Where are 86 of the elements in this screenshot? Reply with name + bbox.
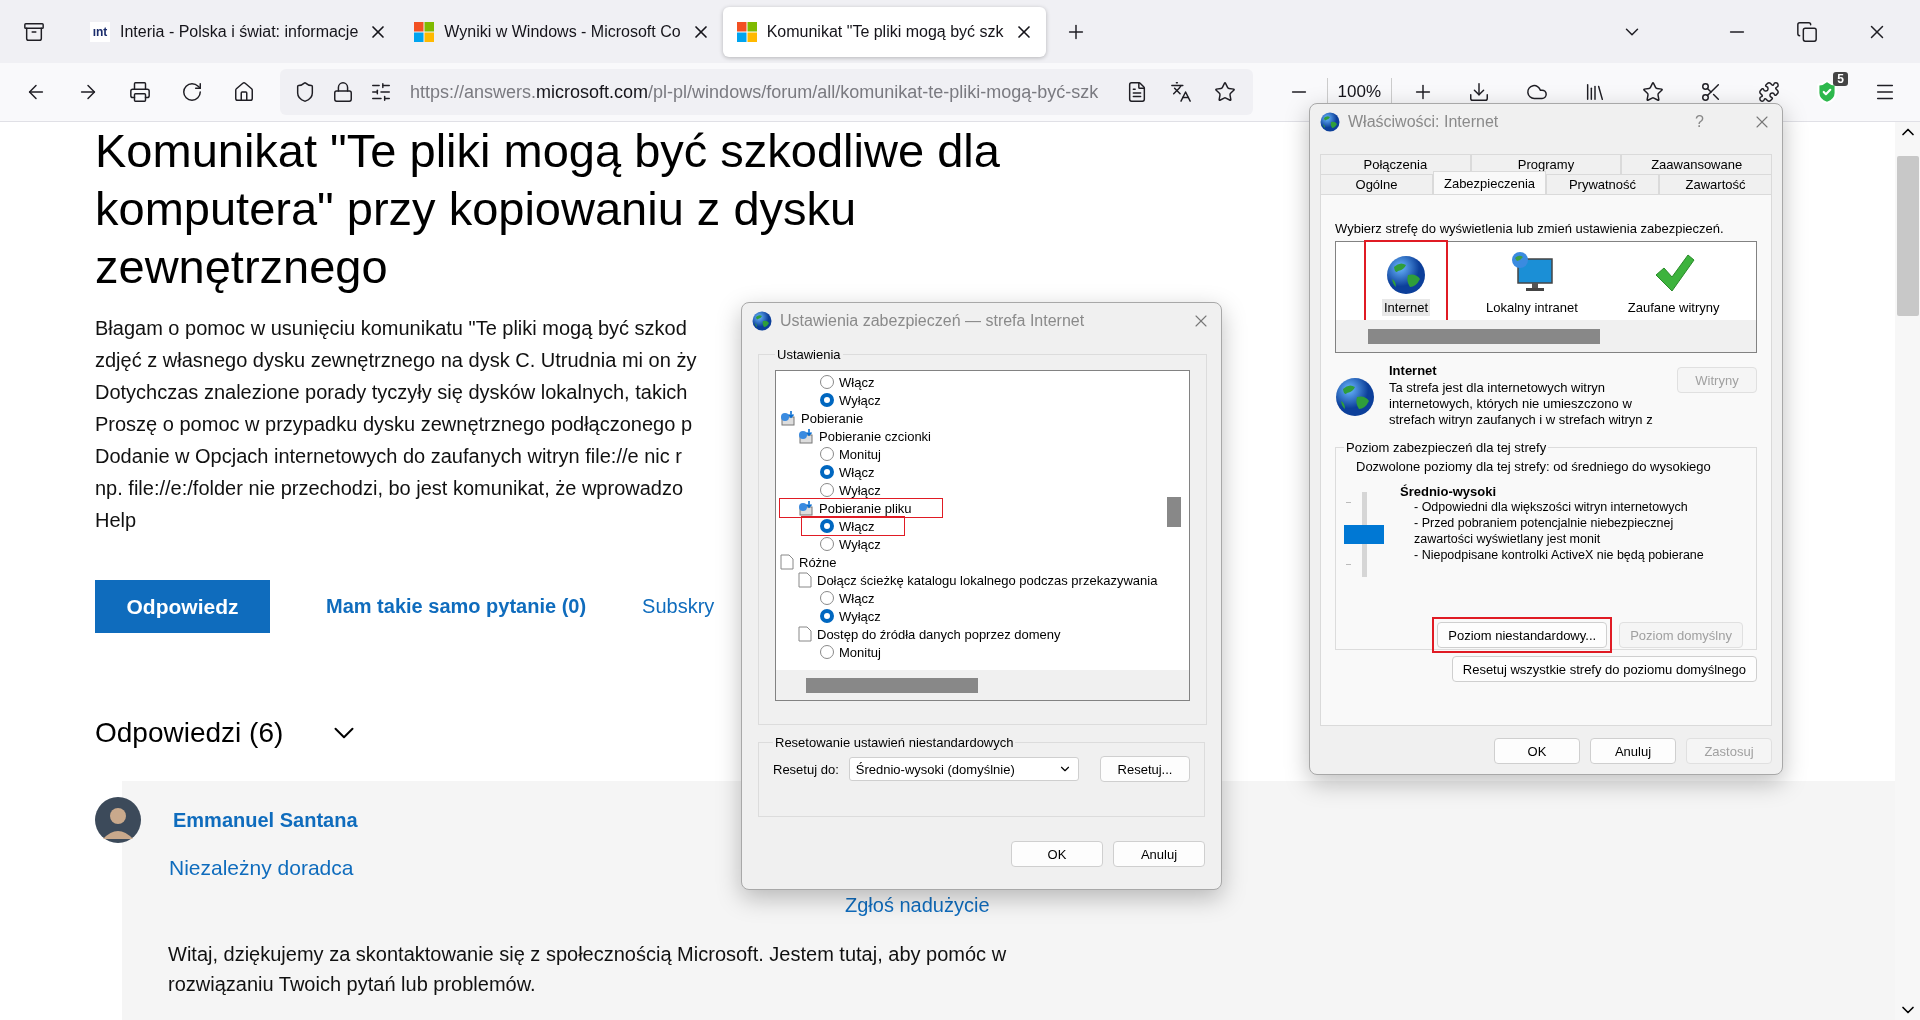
scrollbar[interactable] [1895, 122, 1920, 1020]
tree-item[interactable]: Różne [780, 553, 839, 571]
radio-option[interactable]: Monituj [820, 445, 883, 463]
dialog-title: Ustawienia zabezpieczeń — strefa Internet [780, 312, 1086, 330]
group-label: Resetowanie ustawień niestandardowych [774, 735, 1015, 750]
field-label: Resetuj do: [773, 761, 839, 777]
radio-option[interactable]: Wyłącz [820, 391, 883, 409]
dialog-title: Właściwości: Internet [1348, 113, 1500, 131]
answer-text: Witaj, dziękujemy za skontaktowanie się z społecznością Microsoft. Jestem tutaj, aby pomóc w rozwiązaniu Twoich pytań lub problemów. [168, 942, 1008, 997]
zone-item[interactable]: Zaufane witryny [1617, 242, 1730, 320]
reset-level-dropdown[interactable]: Średnio-wysoki (domyślnie) [848, 757, 1079, 781]
globe-icon [1386, 255, 1426, 295]
question-title: Komunikat "Te pliki mogą być szkodliwe dla komputera" przy kopiowaniu z dysku zewnętrznego [95, 123, 1001, 295]
dialog-button[interactable]: Anuluj [1590, 738, 1676, 764]
download-settings-icon [798, 428, 814, 444]
avatar [95, 797, 141, 843]
level-description: - Niepodpisane kontrolki ActiveX nie będą pobierane [1413, 547, 1705, 563]
tree-item[interactable]: Pobieranie [780, 409, 866, 427]
download-settings-icon [798, 500, 814, 516]
radio-option[interactable]: Wyłącz [820, 481, 883, 499]
dialog-tab[interactable]: Zabezpieczenia [1433, 171, 1546, 194]
reply-button[interactable]: Odpowiedz [95, 580, 270, 633]
windows-logo-icon [414, 21, 435, 42]
answers-heading: Odpowiedzi (6) [95, 716, 284, 750]
extension-badge: 5 [1833, 72, 1848, 86]
group-label: Ustawienia [776, 347, 842, 362]
question-text: Błagam o pomoc w usunięciu komunikatu "Te pliki mogą być szkod zdjęć z własnego dysku zewnętrznego na dysk C. Utrudnia mi on ży Dotychczas znalezione porady tyczyły się dysków lokalnych, takich Proszę o pomoc w przypadku dysku zewnętrznego podłączonego p Dodanie w Opcjach internetowych do zaufanych witryn file://e nic r np. file://e:/folder nie przechodzi, bo jest komunikat, że wprowadzo Help [95, 316, 698, 533]
settings-tree[interactable] [775, 370, 1191, 701]
dialog-tab[interactable]: Programy [1470, 154, 1622, 174]
address-bar[interactable]: https://answers.microsoft.com/pl-pl/windows/forum/all/komunikat-te-pliki-mogą-być-szk [280, 69, 1253, 115]
level-description: - Odpowiedni dla większości witryn internetowych [1413, 499, 1689, 515]
report-link[interactable]: Zgłoś nadużycie [845, 894, 1895, 917]
tree-item[interactable]: Pobieranie pliku [780, 499, 942, 517]
dialog-tab[interactable]: Prywatność [1546, 174, 1659, 194]
level-name: Średnio-wysoki [1400, 484, 1498, 499]
page-icon [780, 554, 794, 570]
slider-thumb[interactable] [1344, 525, 1384, 544]
radio-option[interactable]: Włącz [820, 589, 877, 607]
cancel-button[interactable]: Anuluj [1113, 841, 1205, 867]
page-icon [798, 572, 812, 588]
browser-tab[interactable]: ınt Interia - Polska i świat: informacje [76, 6, 401, 57]
browser-tab[interactable]: Wyniki w Windows - Microsoft Co [400, 6, 723, 57]
reset-all-zones-button[interactable]: Resetuj wszystkie strefy do poziomu domyślnego [1451, 656, 1757, 682]
download-settings-icon [780, 410, 796, 426]
security-level-slider[interactable] [1344, 492, 1384, 577]
allowed-levels-text: Dozwolone poziomy dla tej strefy: od średniego do wysokiego [1355, 459, 1712, 474]
subscribe-link[interactable]: Subskry [642, 595, 715, 618]
page-icon [798, 626, 812, 642]
same-question-link[interactable]: Mam takie samo pytanie (0) [326, 595, 587, 618]
browser-tab[interactable]: Komunikat "Te pliki mogą być szk [722, 6, 1046, 57]
ok-button[interactable]: OK [1011, 841, 1103, 867]
custom-level-button[interactable]: Poziom niestandardowy... [1437, 622, 1608, 648]
author-role[interactable]: Niezależny doradca [169, 856, 358, 880]
zone-item[interactable]: Internet [1366, 242, 1446, 320]
globe-icon [1320, 112, 1340, 132]
globe-icon [1335, 377, 1375, 417]
author-name[interactable]: Emmanuel Santana [173, 809, 358, 832]
level-description: - Przed pobraniem potencjalnie niebezpiecznej zawartości wyświetlany jest monit [1413, 515, 1675, 547]
radio-option[interactable]: Włącz [802, 517, 905, 535]
radio-option[interactable]: Włącz [820, 373, 877, 391]
tree-item[interactable]: Pobieranie czcionki [798, 427, 933, 445]
zone-list[interactable]: Internet Lokalny intranet Zaufane witryny [1335, 241, 1757, 353]
dialog-tab[interactable]: Zawartość [1659, 174, 1772, 194]
windows-logo-icon [736, 21, 757, 42]
zone-name: Internet [1389, 363, 1438, 378]
zone-description: Ta strefa jest dla internetowych witryn internetowych, których nie umieszczono w strefach witryn zaufanych i w strefach witryn z [1389, 380, 1654, 428]
scrollbar-thumb[interactable] [806, 677, 978, 693]
dialog-tab[interactable]: Ogólne [1320, 174, 1433, 194]
scrollbar-thumb[interactable] [1896, 156, 1919, 316]
tree-item[interactable]: Dołącz ścieżkę katalogu lokalnego podczas przekazywania [798, 571, 1160, 589]
group-label: Poziom zabezpieczeń dla tej strefy [1345, 440, 1548, 455]
tree-item[interactable]: Dostęp do źródła danych poprzez domeny [798, 625, 1063, 643]
dialog-tab[interactable]: Połączenia [1320, 154, 1471, 174]
reset-button[interactable]: Resetuj... [1100, 756, 1190, 782]
radio-option[interactable]: Wyłącz [820, 607, 883, 625]
dialog-tab[interactable]: Zaawansowane [1621, 154, 1772, 174]
dialog-button[interactable]: OK [1494, 738, 1580, 764]
zone-item[interactable]: Lokalny intranet [1476, 242, 1588, 320]
scrollbar-thumb[interactable] [1368, 328, 1600, 344]
radio-option[interactable]: Włącz [820, 463, 877, 481]
scrollbar-thumb[interactable] [1167, 497, 1182, 527]
globe-icon [752, 311, 772, 331]
radio-option[interactable]: Monituj [820, 643, 883, 661]
radio-option[interactable]: Wyłącz [820, 535, 883, 553]
zone-prompt: Wybierz strefę do wyświetlenia lub zmień ustawienia zabezpieczeń. [1335, 221, 1725, 236]
site-logo: ınt [90, 21, 110, 42]
